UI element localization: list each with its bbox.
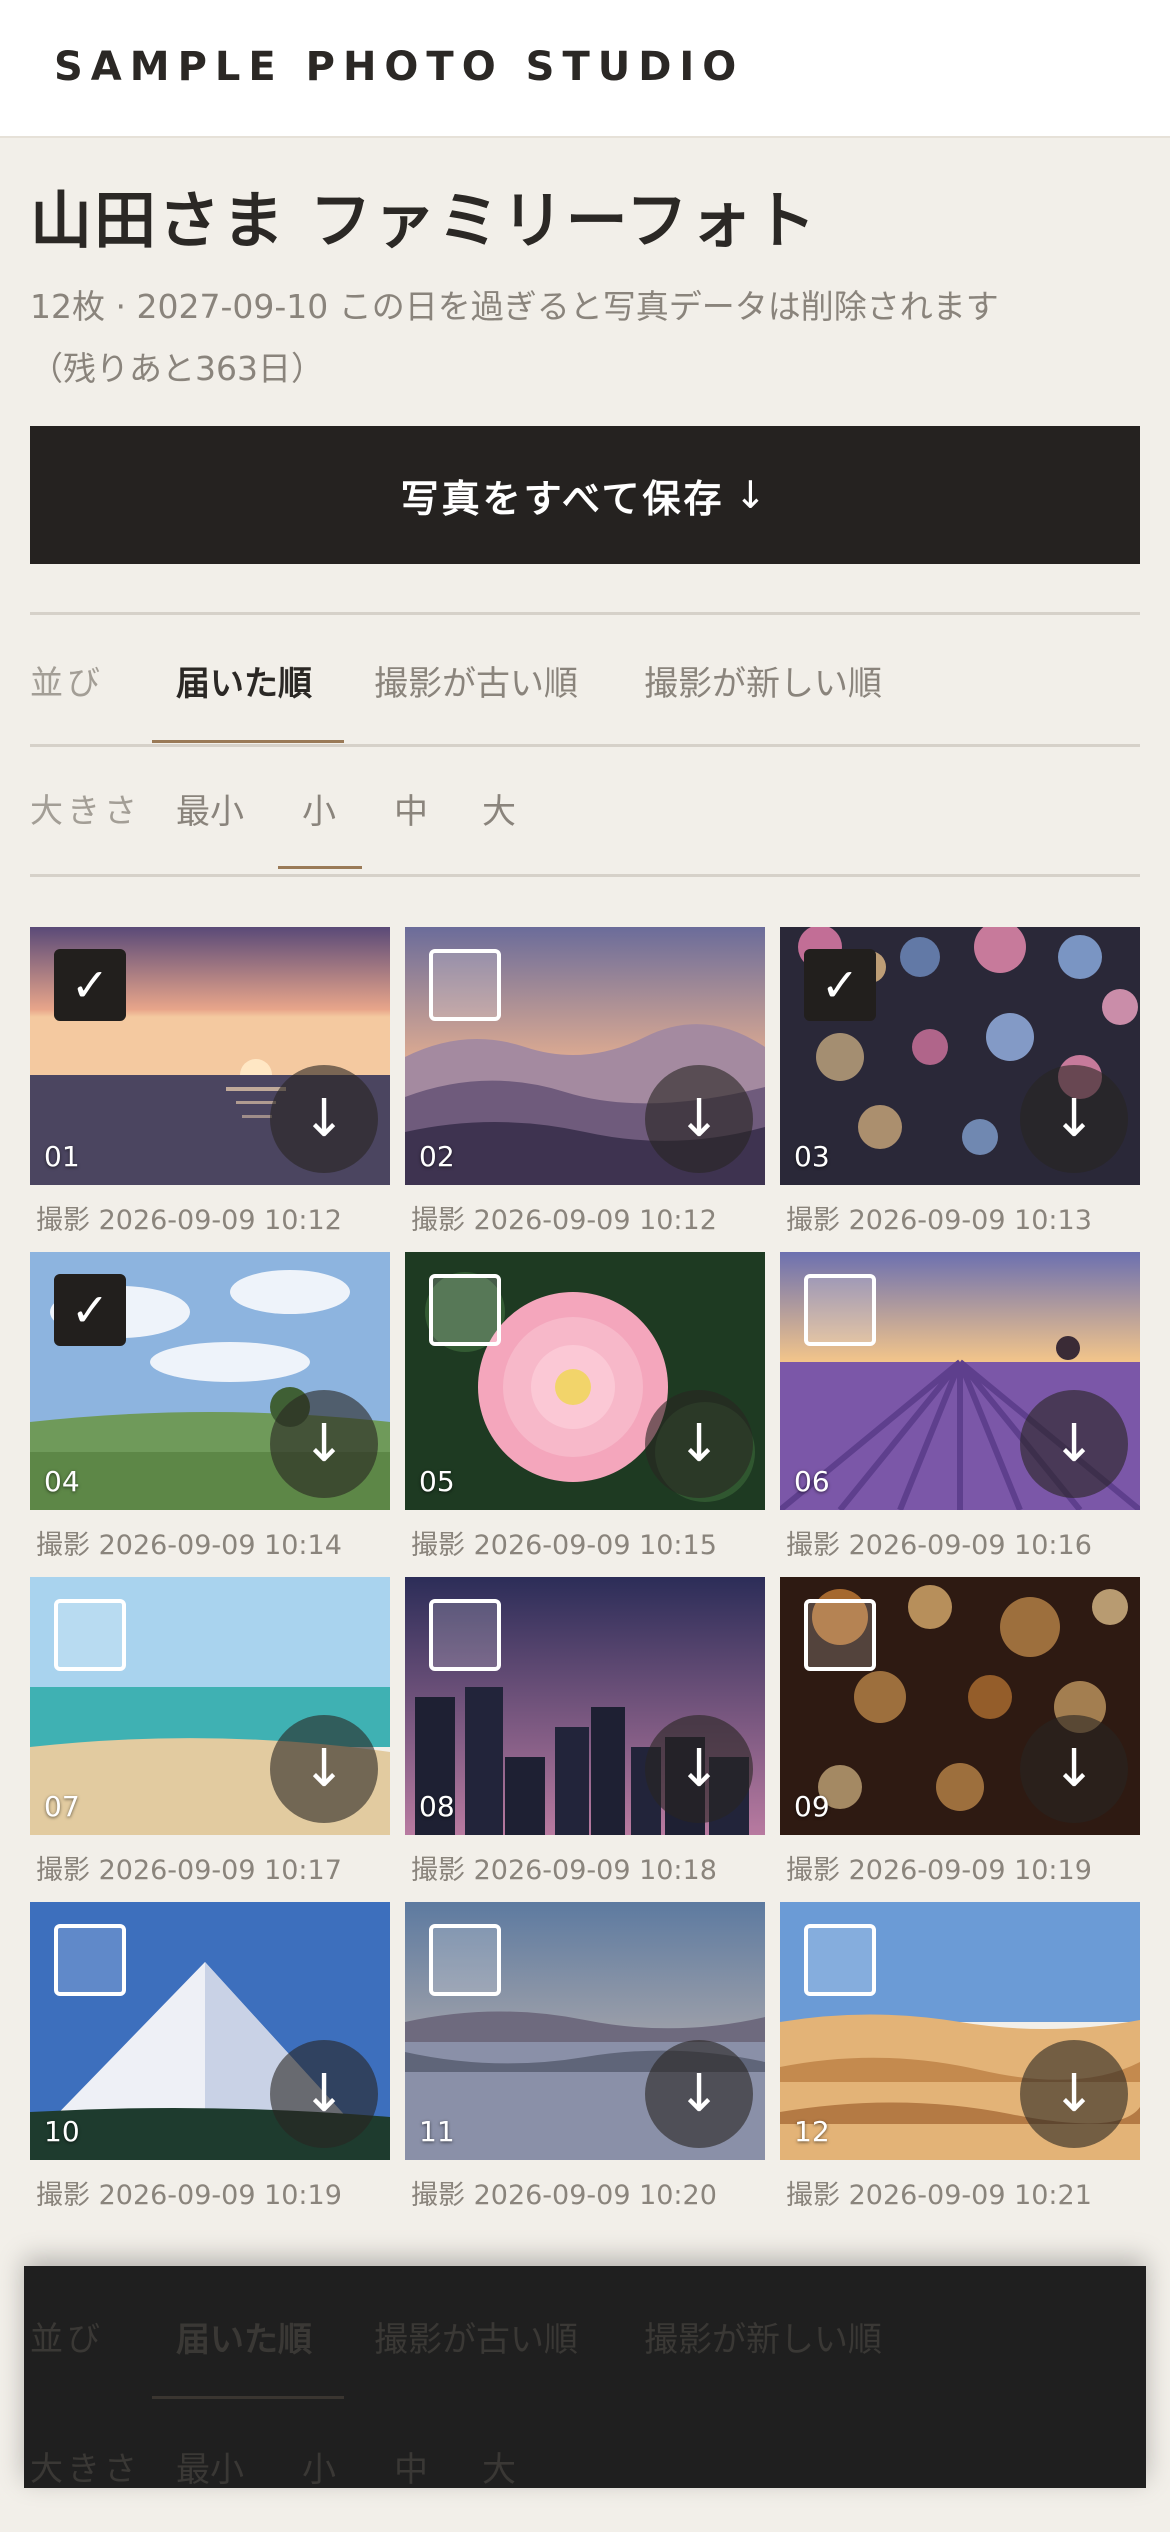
sort-label: 並び — [30, 2319, 104, 2358]
photo-number: 01 — [44, 1140, 80, 1173]
photo-caption: 撮影 2026-09-09 10:14 — [36, 1530, 342, 1561]
photo-tile[interactable]: 02 ↓ — [405, 927, 765, 1185]
download-icon[interactable]: ↓ — [270, 1715, 378, 1823]
photo-number: 02 — [419, 1140, 455, 1173]
download-icon[interactable]: ↓ — [1020, 1715, 1128, 1823]
photo-tile[interactable]: 05 ↓ — [405, 1252, 765, 1510]
sort-active-underline — [152, 2396, 344, 2399]
album-meta: 12枚 · 2027-09-10 この日を過ぎると写真データは削除されます （残… — [30, 276, 1140, 400]
photo-caption: 撮影 2026-09-09 10:19 — [36, 2180, 342, 2211]
photo-number: 11 — [419, 2115, 455, 2148]
size-option-smallest[interactable]: 最小 — [176, 784, 244, 833]
photo-number: 06 — [794, 1465, 830, 1498]
photo-number: 03 — [794, 1140, 830, 1173]
photo-number: 07 — [44, 1790, 80, 1823]
photo-caption: 撮影 2026-09-09 10:19 — [786, 1855, 1092, 1886]
select-checkbox[interactable] — [804, 1924, 876, 1996]
select-checkbox[interactable]: ✓ — [54, 949, 126, 1021]
photo-caption: 撮影 2026-09-09 10:12 — [411, 1205, 717, 1236]
sticky-controls-bar: 並び 届いた順 撮影が古い順 撮影が新しい順 大きさ 最小 小 中 大 — [24, 2266, 1146, 2488]
photo-tile[interactable]: 10 ↓ — [30, 1902, 390, 2160]
download-icon[interactable]: ↓ — [270, 1065, 378, 1173]
size-option-large[interactable]: 大 — [482, 784, 516, 833]
photo-tile[interactable]: ✓ 03 ↓ — [780, 927, 1140, 1185]
divider — [30, 744, 1140, 747]
photo-tile[interactable]: ✓ 04 ↓ — [30, 1252, 390, 1510]
download-icon[interactable]: ↓ — [1020, 1390, 1128, 1498]
photo-number: 10 — [44, 2115, 80, 2148]
sort-active-underline — [152, 740, 344, 743]
select-checkbox[interactable]: ✓ — [804, 949, 876, 1021]
select-checkbox[interactable] — [54, 1599, 126, 1671]
download-icon[interactable]: ↓ — [645, 2040, 753, 2148]
photo-tile[interactable]: 08 ↓ — [405, 1577, 765, 1835]
photo-caption: 撮影 2026-09-09 10:20 — [411, 2180, 717, 2211]
photo-number: 12 — [794, 2115, 830, 2148]
size-option-large[interactable]: 大 — [482, 2442, 516, 2488]
select-checkbox[interactable] — [429, 1599, 501, 1671]
top-bar: SAMPLE PHOTO STUDIO — [0, 0, 1170, 138]
photo-tile[interactable]: 11 ↓ — [405, 1902, 765, 2160]
download-icon[interactable]: ↓ — [645, 1715, 753, 1823]
sort-option-arrival[interactable]: 届いた順 — [176, 656, 312, 705]
sort-label: 並び — [30, 663, 104, 702]
select-checkbox[interactable] — [804, 1599, 876, 1671]
sort-option-arrival[interactable]: 届いた順 — [176, 2312, 312, 2361]
sort-option-newest[interactable]: 撮影が新しい順 — [644, 656, 882, 705]
sort-option-newest[interactable]: 撮影が新しい順 — [644, 2312, 882, 2361]
photo-caption: 撮影 2026-09-09 10:17 — [36, 1855, 342, 1886]
size-option-small[interactable]: 小 — [302, 784, 336, 833]
size-option-smallest[interactable]: 最小 — [176, 2442, 244, 2488]
photo-number: 08 — [419, 1790, 455, 1823]
photo-caption: 撮影 2026-09-09 10:15 — [411, 1530, 717, 1561]
save-all-button[interactable]: 写真をすべて保存 ↓ — [30, 426, 1140, 564]
select-checkbox[interactable]: ✓ — [54, 1274, 126, 1346]
save-all-label: 写真をすべて保存 — [400, 476, 725, 521]
download-icon[interactable]: ↓ — [645, 1065, 753, 1173]
photo-caption: 撮影 2026-09-09 10:16 — [786, 1530, 1092, 1561]
select-checkbox[interactable] — [804, 1274, 876, 1346]
size-option-medium[interactable]: 中 — [394, 2442, 428, 2488]
photo-number: 05 — [419, 1465, 455, 1498]
download-icon[interactable]: ↓ — [1020, 2040, 1128, 2148]
sort-option-oldest[interactable]: 撮影が古い順 — [374, 656, 578, 705]
size-option-small[interactable]: 小 — [302, 2442, 336, 2488]
download-arrow-icon: ↓ — [734, 473, 770, 517]
photo-caption: 撮影 2026-09-09 10:21 — [786, 2180, 1092, 2211]
select-checkbox[interactable] — [429, 1274, 501, 1346]
photo-tile[interactable]: 09 ↓ — [780, 1577, 1140, 1835]
photo-number: 04 — [44, 1465, 80, 1498]
album-remaining-days: （残りあと363日） — [30, 349, 324, 388]
photo-caption: 撮影 2026-09-09 10:18 — [411, 1855, 717, 1886]
photo-caption: 撮影 2026-09-09 10:12 — [36, 1205, 342, 1236]
download-icon[interactable]: ↓ — [645, 1390, 753, 1498]
photo-tile[interactable]: ✓ 01 ↓ — [30, 927, 390, 1185]
album-title: 山田さま ファミリーフォト — [30, 184, 818, 257]
download-icon[interactable]: ↓ — [270, 2040, 378, 2148]
photo-caption: 撮影 2026-09-09 10:13 — [786, 1205, 1092, 1236]
size-label: 大きさ — [30, 791, 141, 830]
album-meta-line: 12枚 · 2027-09-10 この日を過ぎると写真データは削除されます — [30, 287, 999, 326]
download-icon[interactable]: ↓ — [270, 1390, 378, 1498]
photo-tile[interactable]: 06 ↓ — [780, 1252, 1140, 1510]
size-active-underline — [278, 866, 362, 869]
photo-tile[interactable]: 12 ↓ — [780, 1902, 1140, 2160]
sort-option-oldest[interactable]: 撮影が古い順 — [374, 2312, 578, 2361]
studio-logo[interactable]: SAMPLE PHOTO STUDIO — [54, 44, 744, 90]
download-icon[interactable]: ↓ — [1020, 1065, 1128, 1173]
photo-number: 09 — [794, 1790, 830, 1823]
divider — [30, 874, 1140, 877]
select-checkbox[interactable] — [429, 1924, 501, 1996]
select-checkbox[interactable] — [54, 1924, 126, 1996]
size-label: 大きさ — [30, 2449, 141, 2488]
size-option-medium[interactable]: 中 — [394, 784, 428, 833]
divider — [30, 612, 1140, 615]
select-checkbox[interactable] — [429, 949, 501, 1021]
photo-tile[interactable]: 07 ↓ — [30, 1577, 390, 1835]
